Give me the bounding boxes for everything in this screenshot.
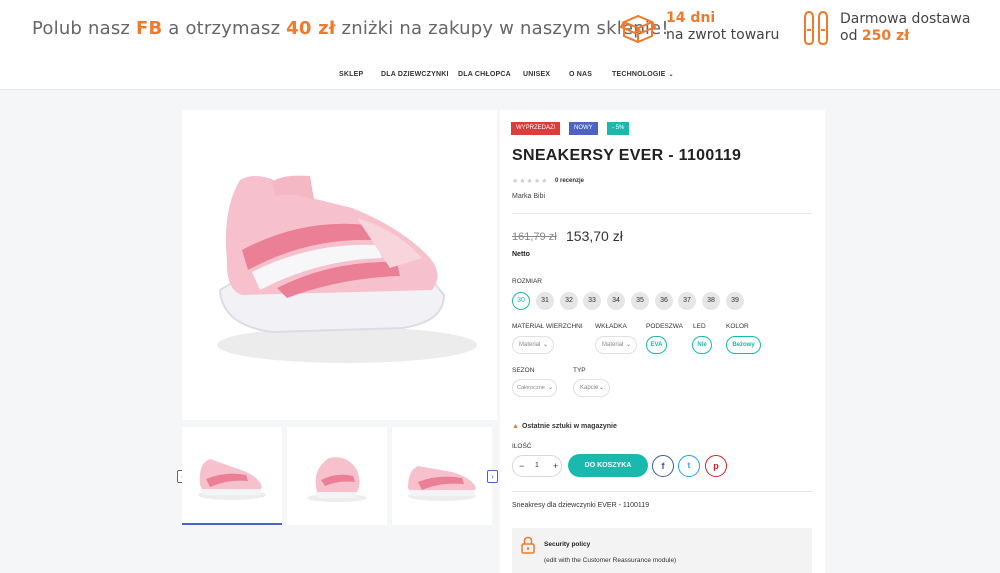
quantity-stepper[interactable]: − 1 + (512, 455, 562, 477)
main-nav: SKLEP DLA DZIEWCZYNKI DLA CHŁOPCA UNISEX… (0, 60, 1000, 90)
quantity-increase-button[interactable]: + (553, 461, 558, 471)
chevron-down-icon: ⌄ (668, 72, 674, 78)
type-select[interactable]: Kapcie ⌄ (573, 379, 610, 397)
discount-amount: 40 zł (286, 18, 336, 39)
size-option-33[interactable]: 33 (583, 292, 601, 310)
thumbnail-1[interactable] (182, 427, 282, 525)
upper-material-label: MATERIAŁ WIERZCHNI (512, 323, 583, 330)
size-option-35[interactable]: 35 (631, 292, 649, 310)
rating-stars-icon: ★★★★★ (512, 178, 549, 185)
sole-option[interactable]: EVA (646, 336, 667, 354)
reassurance-text: (edit with the Customer Reassurance modu… (544, 557, 677, 564)
chevron-down-icon: ⌄ (625, 342, 631, 348)
badge-sale: WYPRZEDAŻ! (511, 122, 561, 135)
quantity-label: ILOŚĆ (512, 443, 532, 450)
shoes-icon (804, 10, 828, 46)
thumbnail-image (408, 466, 476, 501)
delivery-perk: Darmowa dostawa od 250 zł (802, 10, 970, 46)
chevron-right-icon: › (491, 472, 494, 481)
nav-item-shop[interactable]: SKLEP (339, 71, 363, 78)
facebook-share-icon[interactable]: f (652, 455, 674, 477)
fb-highlight: FB (135, 18, 163, 39)
quantity-decrease-button[interactable]: − (519, 461, 524, 471)
upper-material-select[interactable]: Materiał ⌄ (512, 336, 554, 354)
color-option[interactable]: Beżowy (726, 336, 761, 354)
type-label: TYP (573, 367, 586, 374)
divider (512, 491, 812, 492)
nav-item-boys[interactable]: DLA CHŁOPCA (458, 71, 511, 78)
product-main-image[interactable] (182, 110, 497, 420)
led-option[interactable]: Nie (692, 336, 712, 354)
current-price: 153,70 zł (566, 228, 623, 244)
badge-discount: - 5% (607, 122, 630, 135)
size-label: ROZMIAR (512, 278, 542, 285)
badge-new: NOWY (569, 122, 598, 135)
facebook-promo[interactable]: Polub nasz FB a otrzymasz 40 zł zniżki n… (32, 18, 669, 39)
chevron-down-icon: ⌄ (547, 385, 553, 391)
thumbnail-next-button[interactable]: › (487, 470, 498, 483)
thumbnail-2[interactable] (287, 427, 387, 525)
nav-item-technologies[interactable]: TECHNOLOGIE ⌄ (612, 71, 674, 78)
return-perk: 14 dni na zwrot towaru (620, 10, 779, 44)
led-label: LED (693, 323, 706, 330)
old-price: 161,79 zł (512, 231, 557, 243)
thumbnail-3[interactable] (392, 427, 492, 525)
thumbnail-strip (182, 427, 497, 525)
sole-label: PODESZWA (646, 323, 683, 330)
stock-warning: ▲ Ostatnie sztuki w magazynie (512, 423, 617, 430)
product-brand: Marka Bibi (512, 193, 546, 200)
review-count[interactable]: 0 recenzje (555, 178, 584, 184)
nav-item-unisex[interactable]: UNISEX (523, 71, 550, 78)
season-select[interactable]: Całoroczne ⌄ (512, 379, 557, 397)
insole-label: WKŁADKA (595, 323, 627, 330)
product-title: SNEAKERSY EVER - 1100119 (512, 147, 742, 164)
product-description: Sneakresy dla dziewczynki EVER - 1100119 (512, 502, 650, 509)
size-option-34[interactable]: 34 (607, 292, 625, 310)
thumbnail-image (198, 459, 266, 500)
sneaker-image (217, 175, 477, 363)
chevron-down-icon: ⌄ (598, 385, 604, 391)
size-option-30[interactable]: 30 (512, 292, 530, 310)
product-info-panel: WYPRZEDAŻ! NOWY - 5% SNEAKERSY EVER - 11… (500, 110, 825, 573)
size-option-36[interactable]: 36 (655, 292, 673, 310)
promo-bar: Polub nasz FB a otrzymasz 40 zł zniżki n… (0, 0, 1000, 60)
box-return-icon (620, 14, 656, 44)
warning-icon: ▲ (512, 423, 519, 430)
divider (512, 213, 812, 214)
size-option-31[interactable]: 31 (536, 292, 554, 310)
reassurance-title: Security policy (544, 541, 591, 548)
insole-select[interactable]: Materiał ⌄ (595, 336, 637, 354)
size-option-37[interactable]: 37 (678, 292, 696, 310)
nav-item-girls[interactable]: DLA DZIEWCZYNKI (381, 71, 449, 78)
chevron-down-icon: ⌄ (542, 342, 548, 348)
color-label: KOLOR (726, 323, 749, 330)
nav-item-about[interactable]: O NAS (569, 71, 592, 78)
thumbnail-image (307, 457, 367, 502)
season-label: SEZON (512, 367, 535, 374)
size-option-38[interactable]: 38 (702, 292, 720, 310)
size-option-39[interactable]: 39 (726, 292, 744, 310)
lock-icon (521, 536, 535, 554)
reassurance-block: Security policy (edit with the Customer … (512, 528, 812, 573)
twitter-share-icon[interactable]: t (678, 455, 700, 477)
add-to-cart-button[interactable]: DO KOSZYKA (568, 454, 648, 477)
quantity-value[interactable]: 1 (535, 462, 539, 469)
tax-label: Netto (512, 251, 530, 258)
pinterest-share-icon[interactable]: p (705, 455, 727, 477)
size-option-32[interactable]: 32 (560, 292, 578, 310)
